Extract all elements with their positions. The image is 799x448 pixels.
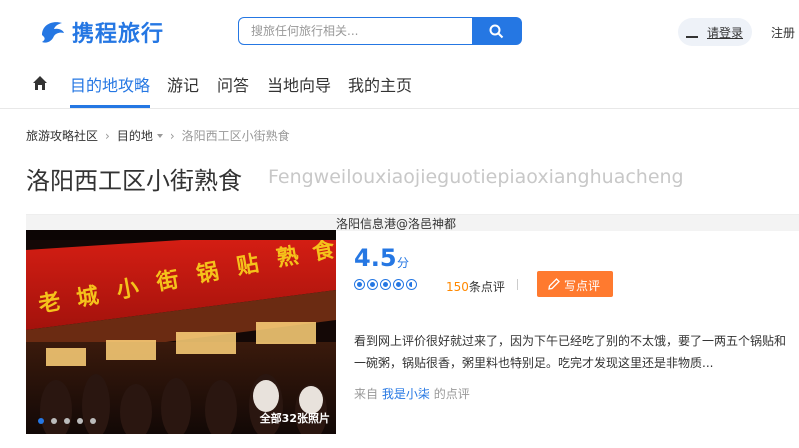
user-icon <box>686 36 698 38</box>
slide-dot[interactable] <box>64 418 70 424</box>
rating-score: 4.5 <box>354 244 397 272</box>
review-source-suffix: 的点评 <box>433 387 470 401</box>
review-count[interactable]: 150条点评 <box>446 278 505 295</box>
svg-text:贴: 贴 <box>235 250 261 279</box>
slide-indicators <box>38 418 103 424</box>
divider <box>517 279 518 290</box>
breadcrumb-community[interactable]: 旅游攻略社区 <box>26 127 98 144</box>
review-source-prefix: 来自 <box>354 387 379 401</box>
search-button[interactable] <box>472 17 522 45</box>
search-box <box>238 17 473 45</box>
write-review-label: 写点评 <box>564 279 601 293</box>
photo-count-label[interactable]: 全部32张照片 <box>260 410 330 426</box>
login-link[interactable]: 请登录 <box>707 24 743 41</box>
rating-circle-icon <box>354 279 365 290</box>
svg-text:锅: 锅 <box>195 258 221 287</box>
search-icon <box>489 24 504 39</box>
register-link[interactable]: 注册 <box>771 24 795 41</box>
chevron-right-icon: › <box>105 128 110 143</box>
rating-half-circle-icon <box>406 279 417 290</box>
svg-text:街: 街 <box>154 266 181 296</box>
write-review-button[interactable]: 写点评 <box>537 271 613 297</box>
search-input[interactable] <box>251 18 471 44</box>
review-author-link[interactable]: 我是小柒 <box>382 387 430 401</box>
breadcrumb-current: 洛阳西工区小街熟食 <box>181 129 290 143</box>
review-source: 来自 我是小柒 的点评 <box>354 385 470 402</box>
pencil-icon <box>548 278 560 290</box>
main-nav: 目的地攻略 游记 问答 当地向导 我的主页 <box>0 62 799 109</box>
slide-dot[interactable] <box>51 418 57 424</box>
rating-unit: 分 <box>397 256 410 270</box>
nav-item-local-guide[interactable]: 当地向导 <box>267 72 331 96</box>
review-count-suffix: 条点评 <box>468 280 505 294</box>
logo[interactable]: 携程旅行 <box>38 14 164 50</box>
header: 携程旅行 请登录 注册 <box>0 0 799 62</box>
rating-circle-icon <box>380 279 391 290</box>
nav-item-destination[interactable]: 目的地攻略 <box>70 72 150 96</box>
watermark-text: 洛阳信息港@洛邑神都 <box>336 217 457 231</box>
svg-text:老: 老 <box>36 288 63 318</box>
nav-item-qa[interactable]: 问答 <box>217 72 249 96</box>
review-excerpt: 看到网上评价很好就过来了，因为下午已经吃了别的不太饿，要了一两五个锅贴和一碗粥，… <box>354 334 787 370</box>
page-title: 洛阳西工区小街熟食 <box>26 167 242 195</box>
storefront-photo: 老 城 小 街 锅 贴 熟 食 <box>26 230 336 434</box>
page-title-en: Fengweilouxiaojieguotiepiaoxianghuacheng <box>268 166 684 188</box>
nav-active-indicator <box>70 105 150 108</box>
photo-gallery[interactable]: 老 城 小 街 锅 贴 熟 食 全部32张照片 <box>26 230 336 434</box>
chevron-down-icon[interactable] <box>156 133 163 138</box>
nav-item-travelogue[interactable]: 游记 <box>167 72 199 96</box>
review-count-number: 150 <box>446 280 469 294</box>
slide-dot[interactable] <box>77 418 83 424</box>
rating-circle-icon <box>367 279 378 290</box>
home-icon[interactable] <box>32 75 48 91</box>
breadcrumb: 旅游攻略社区 › 目的地 › 洛阳西工区小街熟食 <box>26 127 290 144</box>
logo-text: 携程旅行 <box>72 22 165 47</box>
dolphin-logo-icon <box>42 22 64 43</box>
rating-circles <box>354 279 419 290</box>
svg-text:小: 小 <box>115 274 141 303</box>
svg-text:食: 食 <box>311 236 336 266</box>
nav-item-my-home[interactable]: 我的主页 <box>348 72 412 96</box>
slide-dot[interactable] <box>90 418 96 424</box>
slide-dot[interactable] <box>38 418 44 424</box>
svg-text:熟: 熟 <box>275 242 301 271</box>
rating-circle-icon <box>393 279 404 290</box>
chevron-right-icon: › <box>169 128 175 143</box>
breadcrumb-destination[interactable]: 目的地 <box>117 127 153 144</box>
svg-text:城: 城 <box>75 282 101 311</box>
